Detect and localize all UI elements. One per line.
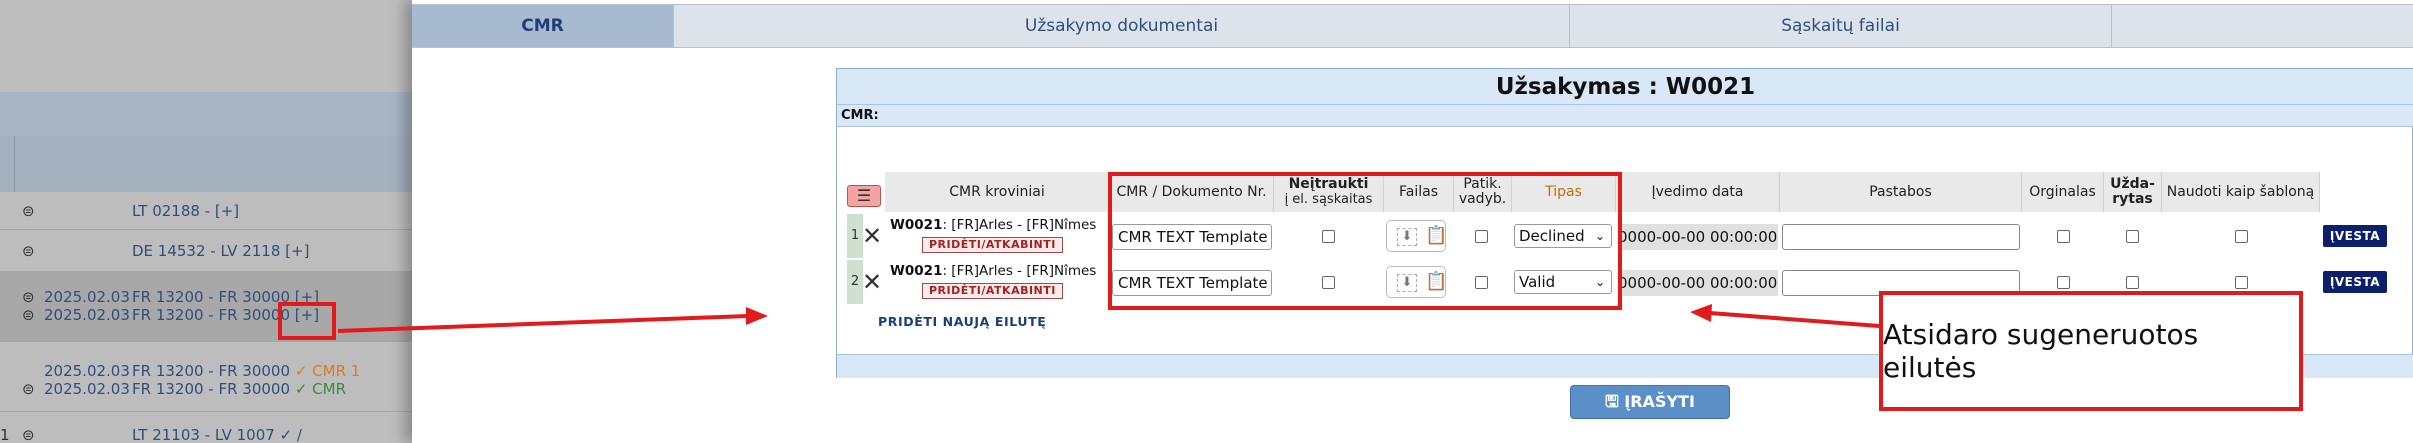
annotation-arrow-line-right [1709, 311, 1880, 328]
annotation-arrows [337, 304, 1880, 333]
annotation-arrowhead-left [746, 307, 768, 325]
screenshot-root: ⊜ LT 02188 - [+] ⊜ DE 14532 - LV 2118 [+… [0, 0, 2413, 443]
annotation-arrow-line-left [337, 314, 749, 333]
annotation-arrowhead-right [1690, 304, 1712, 322]
